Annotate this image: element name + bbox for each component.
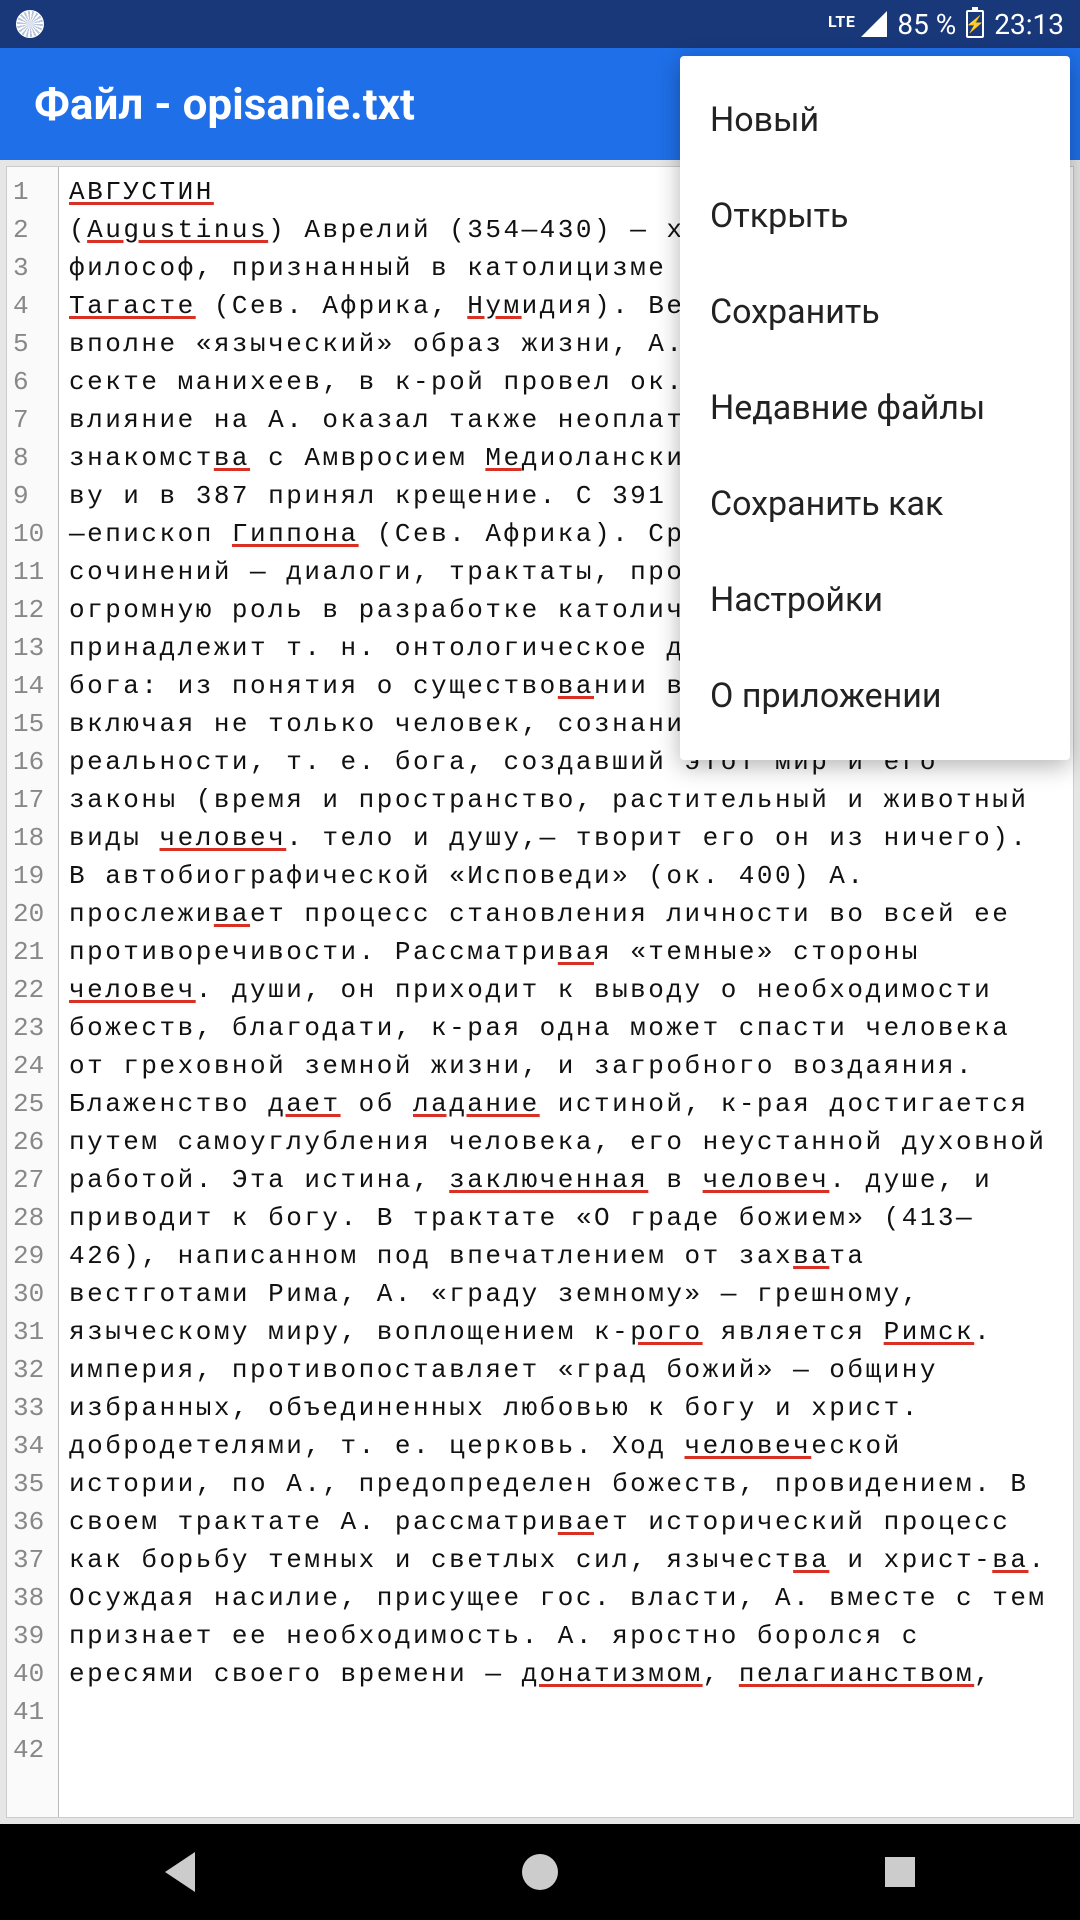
page-title: Файл - opisanie.txt: [34, 78, 415, 130]
signal-icon: [861, 11, 887, 37]
nav-recents-button[interactable]: [870, 1842, 930, 1902]
battery-percent: 85 %: [897, 8, 956, 41]
nav-home-button[interactable]: [510, 1842, 570, 1902]
home-icon: [522, 1854, 558, 1890]
status-bar: LTE 85 % ⚡ 23:13: [0, 0, 1080, 48]
menu-item-open[interactable]: Открыть: [680, 168, 1070, 264]
menu-item-about[interactable]: О приложении: [680, 648, 1070, 744]
menu-item-settings[interactable]: Настройки: [680, 552, 1070, 648]
overflow-menu: Новый Открыть Сохранить Недавние файлы С…: [680, 56, 1070, 760]
navigation-bar: [0, 1824, 1080, 1920]
battery-icon: ⚡: [966, 10, 984, 38]
menu-item-save[interactable]: Сохранить: [680, 264, 1070, 360]
menu-item-new[interactable]: Новый: [680, 72, 1070, 168]
nav-back-button[interactable]: [150, 1842, 210, 1902]
line-number-gutter: 1234567891011121314151617181920212223242…: [7, 167, 59, 1817]
back-icon: [165, 1852, 195, 1892]
loading-spinner-icon: [16, 10, 44, 38]
menu-item-recent[interactable]: Недавние файлы: [680, 360, 1070, 456]
network-type: LTE: [828, 12, 855, 31]
recents-icon: [885, 1857, 915, 1887]
clock: 23:13: [994, 8, 1064, 41]
menu-item-save-as[interactable]: Сохранить как: [680, 456, 1070, 552]
